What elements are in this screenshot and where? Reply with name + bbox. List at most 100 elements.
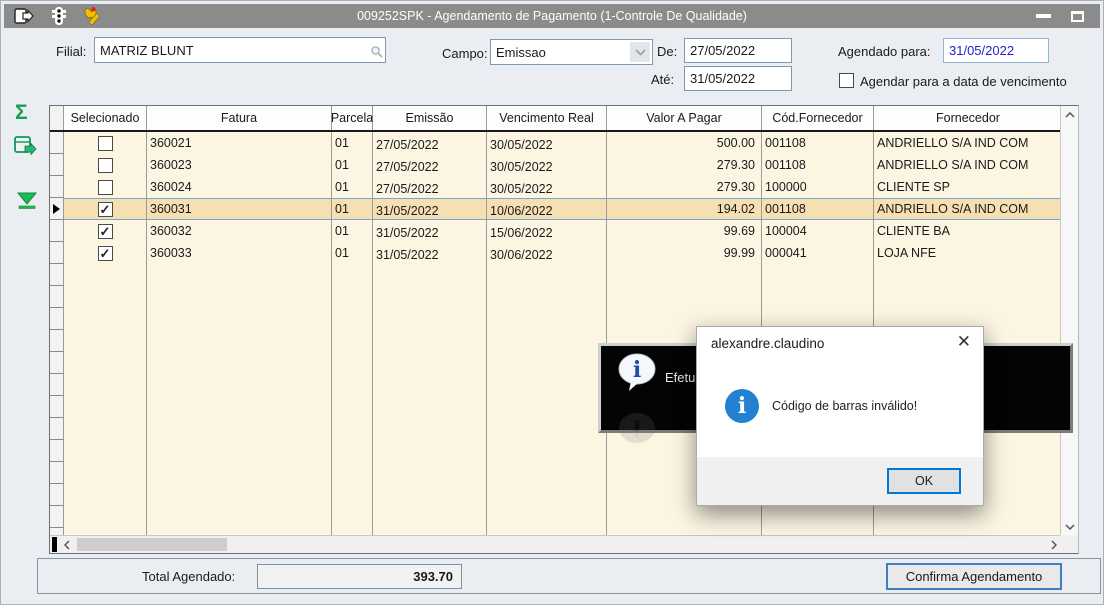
cell-fornecedor[interactable]: LOJA NFE [874, 242, 1062, 264]
agendado-para-input[interactable]: 31/05/2022 [943, 38, 1049, 63]
row-selector-cell[interactable] [50, 154, 64, 176]
column-header[interactable]: Valor A Pagar [607, 106, 762, 130]
row-selector-cell[interactable] [50, 176, 64, 198]
cell-emissao[interactable]: 27/05/2022 [373, 132, 487, 154]
cell-valor[interactable]: 500.00 [607, 132, 762, 154]
ok-button[interactable]: OK [887, 468, 961, 494]
column-header[interactable]: Parcela [331, 106, 373, 130]
cell-fornecedor[interactable]: CLIENTE SP [874, 176, 1062, 198]
cell-valor[interactable]: 99.69 [607, 220, 762, 242]
sum-icon[interactable]: Σ [15, 101, 28, 125]
row-checkbox[interactable] [97, 135, 113, 151]
row-selector-cell[interactable] [50, 198, 64, 220]
cell-valor[interactable]: 279.30 [607, 154, 762, 176]
vencimento-checkbox[interactable] [839, 73, 854, 88]
table-row[interactable]: 3600320131/05/202215/06/202299.69100004C… [50, 220, 1062, 242]
cell-emissao[interactable]: 27/05/2022 [373, 154, 487, 176]
cell-parcela[interactable]: 01 [332, 242, 373, 264]
cell-fatura[interactable]: 360033 [147, 242, 332, 264]
confirma-agendamento-button[interactable]: Confirma Agendamento [886, 563, 1062, 590]
table-row[interactable]: 360024 01 27/05/2022 30/05/2022 279.30 100000… [50, 176, 1062, 198]
cell-vencimento[interactable]: 15/06/2022 [487, 220, 607, 242]
cell-valor[interactable]: 99.99 [607, 242, 762, 264]
cell-fornecedor[interactable]: ANDRIELLO S/A IND COM [874, 198, 1062, 220]
cell-fornecedor[interactable]: ANDRIELLO S/A IND COM [874, 132, 1062, 154]
cell-vencimento[interactable]: 30/06/2022 [487, 242, 607, 264]
cell-vencimento[interactable]: 10/06/2022 [487, 198, 607, 220]
column-header[interactable]: Vencimento Real [487, 106, 607, 130]
close-icon[interactable]: ✕ [957, 333, 971, 350]
cell-vencimento[interactable]: 30/05/2022 [487, 132, 607, 154]
campo-select[interactable]: Emissao [490, 39, 653, 65]
dialog-message: Código de barras inválido! [772, 399, 918, 413]
cell-emissao[interactable]: 31/05/2022 [373, 242, 487, 264]
cell-cod[interactable]: 100000 [762, 176, 874, 198]
minimize-button[interactable] [1036, 14, 1051, 18]
search-icon[interactable] [370, 45, 383, 61]
row-checkbox[interactable] [97, 179, 113, 195]
cell-parcela[interactable]: 01 [332, 132, 373, 154]
cell-fatura[interactable]: 360023 [147, 154, 332, 176]
cell-fatura[interactable]: 360031 [147, 198, 332, 220]
horizontal-scrollbar-thumb[interactable] [77, 538, 227, 551]
cell-vencimento[interactable]: 30/05/2022 [487, 154, 607, 176]
grid-resize-grip[interactable] [52, 537, 57, 552]
filial-value: MATRIZ BLUNT [100, 42, 194, 58]
cell-valor[interactable]: 194.02 [607, 198, 762, 220]
vertical-scrollbar[interactable] [1060, 106, 1078, 535]
table-row[interactable]: 360023 01 27/05/2022 30/05/2022 279.30 001108… [50, 154, 1062, 176]
cell-emissao[interactable]: 27/05/2022 [373, 176, 487, 198]
funnel-icon[interactable] [16, 191, 38, 216]
export-grid-icon[interactable] [13, 135, 37, 162]
wrench-icon[interactable] [83, 6, 105, 26]
cell-valor[interactable]: 279.30 [607, 176, 762, 198]
cell-cod[interactable]: 100004 [762, 220, 874, 242]
ate-date-input[interactable]: 31/05/2022 [684, 66, 792, 91]
column-header[interactable]: Fornecedor [874, 106, 1062, 130]
table-row[interactable]: 3600310131/05/202210/06/2022194.02001108… [50, 198, 1062, 220]
cell-fatura[interactable]: 360032 [147, 220, 332, 242]
column-header[interactable]: Fatura [147, 106, 332, 130]
cell-vencimento[interactable]: 30/05/2022 [487, 176, 607, 198]
scroll-up-icon[interactable] [1061, 106, 1078, 123]
traffic-light-icon[interactable] [48, 6, 70, 26]
message-dialog: alexandre.claudino ✕ i Código de barras … [696, 326, 984, 506]
horizontal-scrollbar[interactable] [50, 535, 1062, 553]
exit-icon[interactable] [13, 6, 35, 26]
filial-input[interactable]: MATRIZ BLUNT [94, 37, 386, 63]
cell-emissao[interactable]: 31/05/2022 [373, 198, 487, 220]
row-selector-cell[interactable] [50, 242, 64, 264]
cell-fatura[interactable]: 360024 [147, 176, 332, 198]
row-checkbox[interactable] [97, 223, 113, 239]
cell-parcela[interactable]: 01 [332, 220, 373, 242]
table-row[interactable]: 3600330131/05/202230/06/202299.99000041L… [50, 242, 1062, 264]
cell-fornecedor[interactable]: CLIENTE BA [874, 220, 1062, 242]
maximize-button[interactable] [1071, 10, 1084, 22]
row-selector-cell[interactable] [50, 220, 64, 242]
cell-emissao[interactable]: 31/05/2022 [373, 220, 487, 242]
cell-cod[interactable]: 001108 [762, 132, 874, 154]
campo-label: Campo: [442, 46, 488, 61]
selector-column-header [50, 106, 64, 130]
cell-fatura[interactable]: 360021 [147, 132, 332, 154]
column-header[interactable]: Selecionado [64, 106, 147, 130]
row-checkbox[interactable] [97, 201, 113, 217]
scroll-down-icon[interactable] [1061, 518, 1078, 535]
scroll-left-icon[interactable] [58, 536, 75, 553]
table-row[interactable]: 360021 01 27/05/2022 30/05/2022 500.00 001108… [50, 132, 1062, 154]
vencimento-checkbox-label: Agendar para a data de vencimento [860, 74, 1067, 89]
cell-parcela[interactable]: 01 [332, 154, 373, 176]
chevron-down-icon[interactable] [630, 42, 650, 62]
row-checkbox[interactable] [97, 157, 113, 173]
de-date-input[interactable]: 27/05/2022 [684, 38, 792, 63]
row-selector-cell[interactable] [50, 132, 64, 154]
cell-fornecedor[interactable]: ANDRIELLO S/A IND COM [874, 154, 1062, 176]
cell-cod[interactable]: 001108 [762, 154, 874, 176]
cell-cod[interactable]: 000041 [762, 242, 874, 264]
cell-parcela[interactable]: 01 [332, 198, 373, 220]
row-checkbox[interactable] [97, 245, 113, 261]
column-header[interactable]: Emissão [373, 106, 487, 130]
cell-cod[interactable]: 001108 [762, 198, 874, 220]
cell-parcela[interactable]: 01 [332, 176, 373, 198]
column-header[interactable]: Cód.Fornecedor [762, 106, 874, 130]
